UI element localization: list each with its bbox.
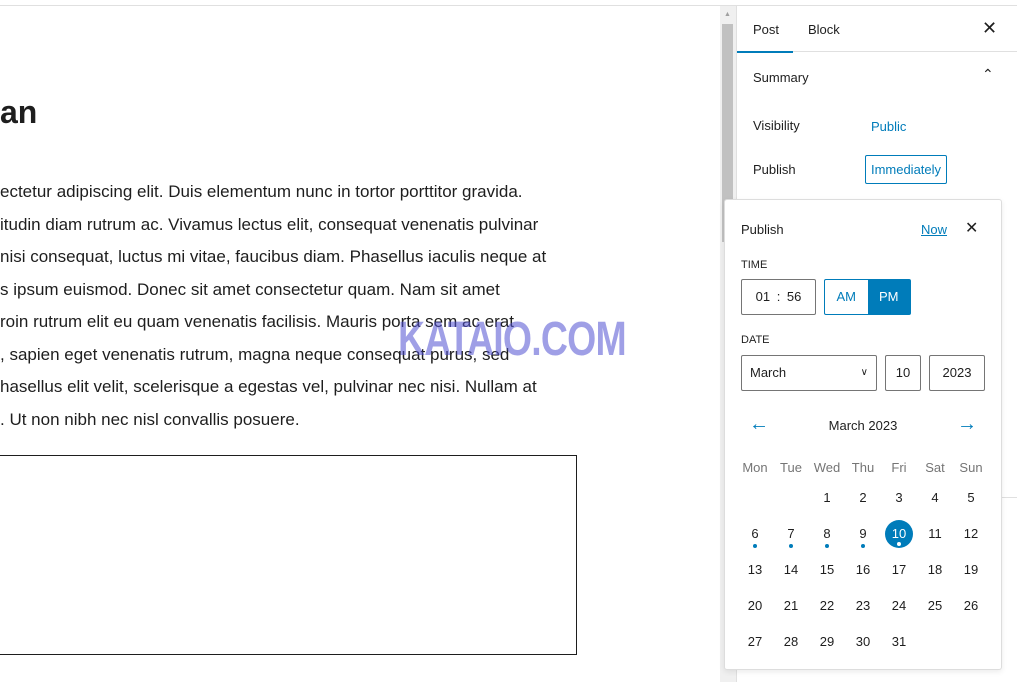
date-label: DATE: [741, 334, 770, 346]
calendar-day[interactable]: 18: [917, 554, 953, 586]
publish-date-popover: Publish Now ✕ TIME 01 : 56 AM PM DATE Mar…: [724, 199, 1002, 670]
minute-input[interactable]: 56: [787, 289, 801, 304]
calendar-day[interactable]: 31: [881, 626, 917, 658]
calendar-day[interactable]: 21: [773, 590, 809, 622]
calendar-day[interactable]: 20: [737, 590, 773, 622]
day-input[interactable]: 10: [885, 355, 921, 391]
calendar-day[interactable]: 28: [773, 626, 809, 658]
calendar-day[interactable]: 1: [809, 482, 845, 514]
paragraph-line: s ipsum euismod. Donec sit amet consecte…: [0, 279, 500, 299]
year-input[interactable]: 2023: [929, 355, 985, 391]
summary-heading[interactable]: Summary: [753, 70, 809, 85]
month-value: March: [750, 365, 787, 380]
calendar-day[interactable]: 6: [737, 518, 773, 550]
event-dot: [753, 544, 757, 548]
paragraph-line: nisi consequat, luctus mi vitae, faucibu…: [0, 247, 547, 266]
divider: [1001, 497, 1017, 498]
time-input[interactable]: 01 : 56: [741, 279, 816, 315]
now-button[interactable]: Now: [921, 222, 947, 237]
calendar-day[interactable]: 13: [737, 554, 773, 586]
calendar-day[interactable]: 2: [845, 482, 881, 514]
close-sidebar-icon[interactable]: ✕: [982, 18, 997, 39]
weekday-header: Sun: [959, 460, 983, 475]
calendar-day[interactable]: 22: [809, 590, 845, 622]
calendar-day[interactable]: 11: [917, 518, 953, 550]
event-dot: [825, 544, 829, 548]
weekday-header: Sat: [925, 460, 945, 475]
calendar-day[interactable]: 16: [845, 554, 881, 586]
post-title[interactable]: an: [0, 94, 37, 131]
visibility-button[interactable]: Public: [871, 119, 906, 134]
event-dot: [861, 544, 865, 548]
paragraph-line: hasellus elit velit, scelerisque a egest…: [0, 377, 537, 396]
calendar-day[interactable]: 4: [917, 482, 953, 514]
weekday-header: Thu: [851, 460, 875, 475]
paragraph-line: itudin diam rutrum ac. Vivamus lectus el…: [0, 214, 539, 234]
weekday-header: Wed: [813, 460, 841, 475]
calendar-day[interactable]: 30: [845, 626, 881, 658]
calendar-day[interactable]: 15: [809, 554, 845, 586]
calendar-day[interactable]: 23: [845, 590, 881, 622]
calendar-day[interactable]: 7: [773, 518, 809, 550]
scroll-up-icon[interactable]: ▲: [724, 11, 731, 18]
pm-button[interactable]: PM: [867, 280, 910, 314]
calendar-day[interactable]: 8: [809, 518, 845, 550]
visibility-label: Visibility: [753, 118, 800, 133]
calendar-day[interactable]: 9: [845, 518, 881, 550]
chevron-down-icon: ∨: [860, 367, 868, 378]
time-label: TIME: [741, 259, 768, 271]
calendar-day[interactable]: 14: [773, 554, 809, 586]
event-dot: [897, 542, 901, 546]
close-popover-icon[interactable]: ✕: [965, 218, 978, 238]
calendar-day[interactable]: 26: [953, 590, 989, 622]
sidebar-tabs: Post Block ✕: [736, 6, 1017, 53]
calendar-day[interactable]: 19: [953, 554, 989, 586]
paragraph-line: . Ut non nibh nec nisl convallis posuere…: [0, 409, 300, 429]
weekday-header: Mon: [742, 460, 768, 475]
next-month-icon[interactable]: →: [957, 413, 977, 436]
am-button[interactable]: AM: [825, 280, 868, 314]
empty-block[interactable]: [0, 455, 577, 655]
am-pm-toggle: AM PM: [824, 279, 911, 315]
chevron-up-icon[interactable]: ⌃: [982, 66, 994, 83]
weekday-header: Tue: [780, 460, 802, 475]
hour-input[interactable]: 01: [756, 289, 770, 304]
month-select[interactable]: March ∨: [741, 355, 877, 391]
paragraph-line: ectetur adipiscing elit. Duis elementum …: [0, 182, 523, 201]
publish-date-button[interactable]: Immediately: [865, 155, 947, 184]
calendar-day[interactable]: 5: [953, 482, 989, 514]
popover-title: Publish: [741, 222, 784, 237]
calendar-day[interactable]: 25: [917, 590, 953, 622]
calendar-day[interactable]: 3: [881, 482, 917, 514]
calendar-day[interactable]: 12: [953, 518, 989, 550]
calendar-day[interactable]: 29: [809, 626, 845, 658]
weekday-header: Fri: [891, 460, 907, 475]
tab-block[interactable]: Block: [808, 22, 840, 37]
tab-post[interactable]: Post: [736, 22, 794, 53]
watermark: KATAIO.COM: [398, 313, 627, 366]
calendar-day[interactable]: 17: [881, 554, 917, 586]
calendar-day[interactable]: 27: [737, 626, 773, 658]
calendar-day[interactable]: 24: [881, 590, 917, 622]
event-dot: [789, 544, 793, 548]
calendar-day[interactable]: 10: [881, 518, 917, 550]
publish-label: Publish: [753, 162, 796, 177]
paragraph-block[interactable]: ectetur adipiscing elit. Duis elementum …: [0, 176, 600, 436]
